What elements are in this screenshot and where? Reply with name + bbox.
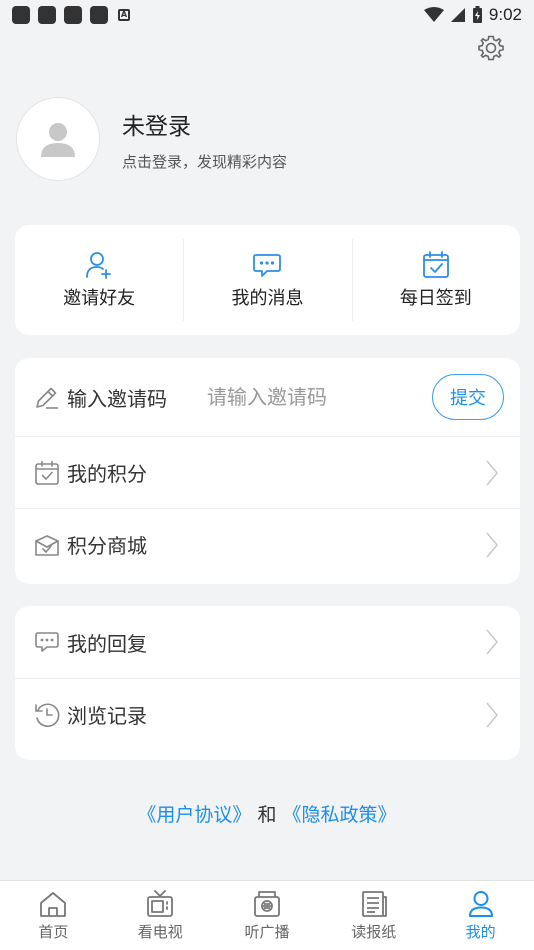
submit-button[interactable]: 提交 <box>432 374 504 420</box>
system-status: 9:02 <box>423 5 522 25</box>
wifi-icon <box>423 7 444 22</box>
chevron-right-icon <box>486 460 498 485</box>
reply-icon <box>33 628 61 656</box>
tab-label: 首页 <box>38 923 69 941</box>
message-icon <box>253 254 282 277</box>
daily-checkin-button[interactable]: 每日签到 <box>351 225 520 335</box>
my-points-row[interactable]: 我的积分 <box>15 436 520 508</box>
tab-radio[interactable]: 听广播 <box>214 881 321 950</box>
invite-friends-button[interactable]: 邀请好友 <box>15 225 183 335</box>
user-agreement-link[interactable]: 《用户协议》 <box>137 804 251 826</box>
menu-card-points: 输入邀请码 提交 我的积分 积分商城 <box>15 358 520 584</box>
notification-icon <box>12 6 30 24</box>
profile-header[interactable]: 未登录 点击登录，发现精彩内容 <box>16 96 516 182</box>
battery-icon <box>472 6 482 23</box>
menu-item-label: 我的积分 <box>67 462 147 486</box>
menu-item-label: 我的回复 <box>67 631 147 656</box>
notification-icons: A <box>12 6 130 24</box>
points-mall-row[interactable]: 积分商城 <box>15 508 520 580</box>
status-bar: A 9:02 <box>0 0 534 30</box>
tab-label: 听广播 <box>244 923 290 941</box>
signal-icon <box>450 8 465 22</box>
chevron-right-icon <box>486 702 498 727</box>
menu-card-activity: 我的回复 浏览记录 <box>15 606 520 760</box>
invite-code-label: 输入邀请码 <box>67 386 167 411</box>
quick-action-label: 我的消息 <box>231 288 304 309</box>
notification-icon <box>90 6 108 24</box>
add-user-icon <box>86 252 112 279</box>
settings-gear-icon[interactable] <box>476 33 506 63</box>
gift-icon <box>33 531 61 559</box>
quick-actions-card: 邀请好友 我的消息 每日签到 <box>15 225 520 335</box>
clock: 9:02 <box>488 5 522 24</box>
newspaper-icon <box>361 891 387 917</box>
browse-history-row[interactable]: 浏览记录 <box>15 678 520 750</box>
history-icon <box>33 701 61 729</box>
home-icon <box>40 892 67 917</box>
menu-item-label: 浏览记录 <box>67 704 147 728</box>
tab-tv[interactable]: 看电视 <box>107 881 214 950</box>
login-title[interactable]: 未登录 <box>122 107 287 141</box>
tab-home[interactable]: 首页 <box>0 881 107 950</box>
quick-action-label: 邀请好友 <box>63 288 136 309</box>
notification-icon <box>38 6 56 24</box>
invite-code-input[interactable] <box>207 385 387 409</box>
tab-label: 读报纸 <box>351 923 397 941</box>
tab-newspaper[interactable]: 读报纸 <box>320 881 427 950</box>
agreement-conjunction: 和 <box>257 804 277 826</box>
menu-item-label: 积分商城 <box>67 534 147 558</box>
chevron-right-icon <box>486 629 498 655</box>
avatar[interactable] <box>16 97 100 181</box>
my-messages-button[interactable]: 我的消息 <box>183 225 351 335</box>
tv-icon <box>147 890 174 917</box>
bottom-tab-bar: 首页 看电视 听广播 读报纸 我的 <box>0 880 534 950</box>
chevron-right-icon <box>486 532 498 557</box>
tab-label: 看电视 <box>137 923 183 941</box>
calendar-check-icon <box>33 459 61 487</box>
my-replies-row[interactable]: 我的回复 <box>15 606 520 678</box>
user-icon <box>468 891 493 917</box>
calendar-check-icon <box>422 251 449 278</box>
agreement-links: 《用户协议》 和 《隐私政策》 <box>0 800 534 827</box>
radio-icon <box>254 891 280 917</box>
tab-label: 我的 <box>465 923 496 941</box>
privacy-policy-link[interactable]: 《隐私政策》 <box>283 804 397 826</box>
notification-icon <box>64 6 82 24</box>
default-avatar-icon <box>41 123 75 157</box>
pencil-icon <box>33 383 61 411</box>
login-subtitle: 点击登录，发现精彩内容 <box>122 152 288 171</box>
notification-icon: A <box>118 9 130 21</box>
invite-code-row: 输入邀请码 提交 <box>15 358 520 436</box>
tab-mine[interactable]: 我的 <box>427 881 534 950</box>
quick-action-label: 每日签到 <box>399 288 472 309</box>
